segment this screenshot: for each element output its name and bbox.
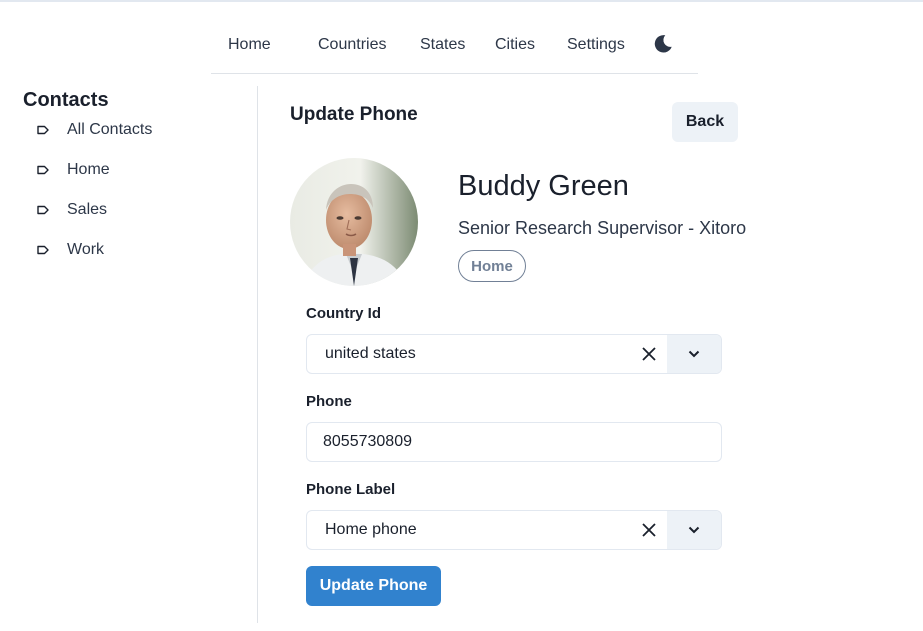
country-id-label: Country Id — [306, 305, 381, 322]
sidebar-item-label: Work — [67, 241, 105, 258]
contact-label-badge: Home — [458, 250, 526, 282]
back-button[interactable]: Back — [672, 102, 738, 142]
tag-icon — [36, 243, 50, 257]
nav-cities-link[interactable]: Cities — [495, 36, 535, 54]
sidebar-item-label: All Contacts — [67, 121, 153, 138]
sidebar-item-label: Sales — [67, 201, 108, 218]
clear-icon[interactable] — [631, 335, 667, 373]
clear-icon[interactable] — [631, 511, 667, 549]
sidebar-title: Contacts — [23, 89, 109, 111]
tag-icon — [36, 123, 50, 137]
page-title: Update Phone — [290, 104, 418, 125]
sidebar-item-all-contacts[interactable]: All Contacts — [36, 118, 152, 142]
chevron-down-icon[interactable] — [667, 335, 721, 373]
phone-label: Phone — [306, 393, 352, 410]
sidebar-item-home[interactable]: Home — [36, 158, 110, 182]
phone-label-label: Phone Label — [306, 481, 396, 498]
sidebar-item-label: Home — [67, 161, 110, 178]
nav-settings-link[interactable]: Settings — [567, 36, 625, 54]
nav-states-link[interactable]: States — [420, 36, 465, 54]
phone-label-select[interactable]: Home phone — [306, 510, 722, 550]
sidebar-item-sales[interactable]: Sales — [36, 198, 107, 222]
phone-input[interactable] — [306, 422, 722, 462]
top-nav: Home Countries States Cities Settings — [211, 22, 698, 74]
country-select[interactable]: united states — [306, 334, 722, 374]
contact-name: Buddy Green — [458, 170, 629, 202]
tag-icon — [36, 163, 50, 177]
top-border — [0, 0, 923, 2]
sidebar-item-work[interactable]: Work — [36, 238, 104, 262]
contact-role: Senior Research Supervisor - Xitoro — [458, 218, 747, 238]
tag-icon — [36, 203, 50, 217]
country-select-value: united states — [325, 345, 416, 362]
avatar — [290, 158, 418, 286]
phone-label-select-value: Home phone — [325, 521, 417, 538]
nav-home-link[interactable]: Home — [228, 36, 271, 54]
nav-countries-link[interactable]: Countries — [318, 36, 386, 54]
sidebar: Contacts All Contacts Home Sales Work — [0, 86, 258, 623]
update-phone-button[interactable]: Update Phone — [306, 566, 441, 606]
moon-icon[interactable] — [652, 33, 674, 55]
chevron-down-icon[interactable] — [667, 511, 721, 549]
